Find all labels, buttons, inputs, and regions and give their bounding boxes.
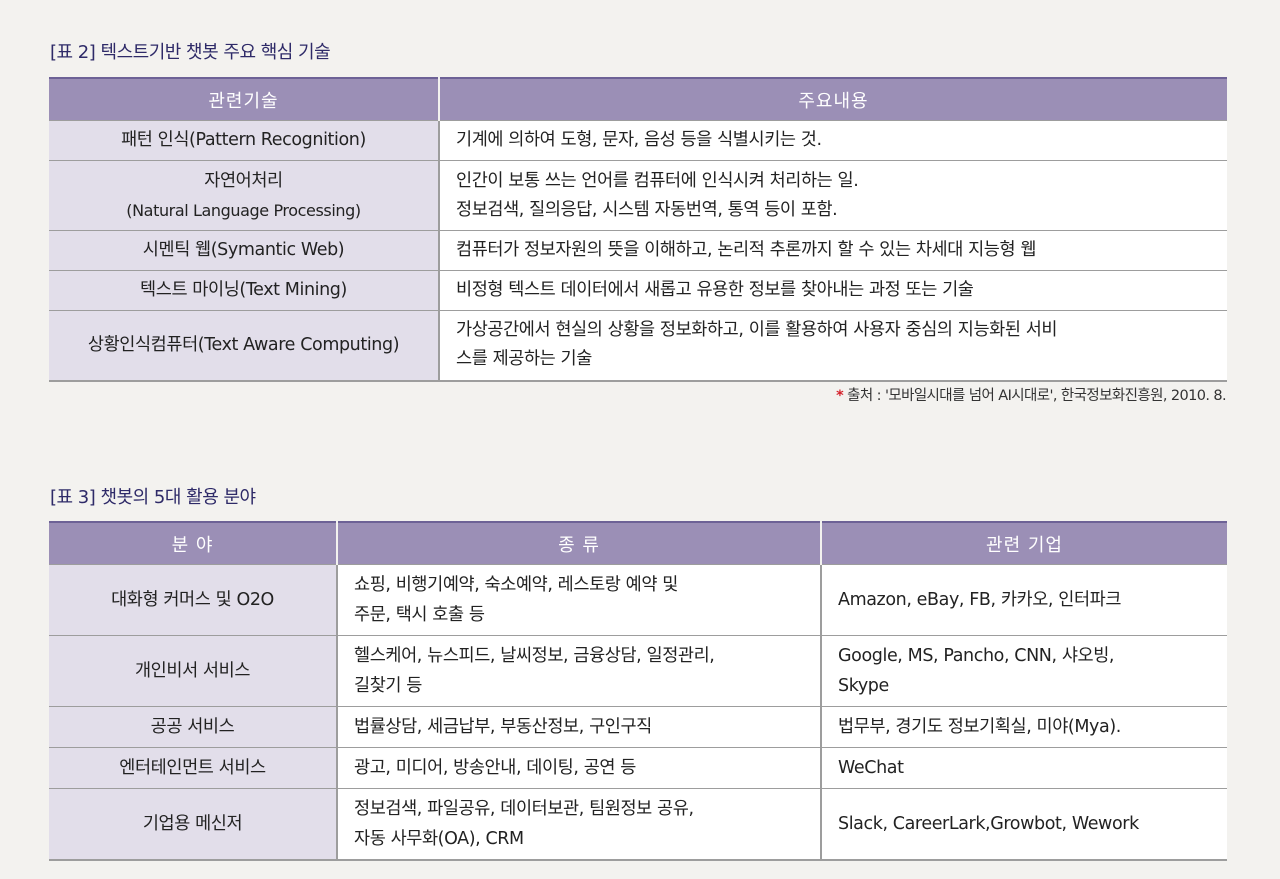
kinds-line: 쇼핑, 비행기예약, 숙소예약, 레스토랑 예약 및: [354, 575, 678, 595]
table3-companies-cell: WeChat: [820, 747, 1227, 789]
table3-header-companies: 관련 기업: [820, 522, 1227, 565]
table2-header-content: 주요내용: [438, 78, 1227, 121]
table-row: 엔터테인먼트 서비스 광고, 미디어, 방송안내, 데이팅, 공연 등 WeCh…: [49, 747, 1227, 789]
kinds-line: 광고, 미디어, 방송안내, 데이팅, 공연 등: [354, 758, 636, 778]
table3-field-cell: 공공 서비스: [49, 706, 337, 748]
table3-kinds-cell: 정보검색, 파일공유, 데이터보관, 팀원정보 공유, 자동 사무화(OA), …: [336, 788, 821, 861]
table2-caption: [표 2] 텍스트기반 챗봇 주요 핵심 기술: [50, 38, 331, 64]
content-line: 비정형 텍스트 데이터에서 새롭고 유용한 정보를 찾아내는 과정 또는 기술: [456, 280, 974, 300]
content-line: 기계에 의하여 도형, 문자, 음성 등을 식별시키는 것.: [456, 130, 822, 150]
kinds-line: 헬스케어, 뉴스피드, 날씨정보, 금융상담, 일정관리,: [354, 646, 715, 666]
table3-companies-cell: Amazon, eBay, FB, 카카오, 인터파크: [820, 564, 1227, 636]
table2-content-cell: 비정형 텍스트 데이터에서 새롭고 유용한 정보를 찾아내는 과정 또는 기술: [438, 270, 1227, 311]
table2-tech-cell: 시멘틱 웹(Symantic Web): [49, 230, 439, 271]
content-line: 스를 제공하는 기술: [456, 349, 592, 370]
table3-kinds-cell: 법률상담, 세금납부, 부동산정보, 구인구직: [336, 706, 821, 748]
table2-header-row: 관련기술 주요내용: [49, 78, 1227, 121]
table2: 관련기술 주요내용 패턴 인식(Pattern Recognition) 기계에…: [49, 77, 1227, 382]
companies-line: Slack, CareerLark,Growbot, Wework: [838, 814, 1139, 834]
content-line: 컴퓨터가 정보자원의 뜻을 이해하고, 논리적 추론까지 할 수 있는 차세대 …: [456, 240, 1037, 260]
table-row: 공공 서비스 법률상담, 세금납부, 부동산정보, 구인구직 법무부, 경기도 …: [49, 706, 1227, 748]
companies-line: Google, MS, Pancho, CNN, 샤오빙,: [838, 646, 1115, 666]
companies-line: Skype: [838, 676, 889, 696]
tech-label: 텍스트 마이닝(Text Mining): [140, 280, 347, 300]
table3: 분 야 종 류 관련 기업 대화형 커머스 및 O2O 쇼핑, 비행기예약, 숙…: [49, 521, 1227, 861]
companies-line: 법무부, 경기도 정보기획실, 미야(Mya).: [838, 717, 1121, 737]
table3-companies-cell: Slack, CareerLark,Growbot, Wework: [820, 788, 1227, 861]
table-row: 자연어처리 (Natural Language Processing) 인간이 …: [49, 160, 1227, 231]
table-row: 시멘틱 웹(Symantic Web) 컴퓨터가 정보자원의 뜻을 이해하고, …: [49, 230, 1227, 271]
source-star: *: [836, 388, 844, 404]
table2-content-cell: 기계에 의하여 도형, 문자, 음성 등을 식별시키는 것.: [438, 120, 1227, 161]
kinds-line: 길찾기 등: [354, 676, 422, 696]
table2-tech-cell: 패턴 인식(Pattern Recognition): [49, 120, 439, 161]
table2-header-tech: 관련기술: [49, 78, 439, 121]
content-line: 가상공간에서 현실의 상황을 정보화하고, 이를 활용하여 사용자 중심의 지능…: [456, 320, 1058, 341]
table2-caption-label: [표 2]: [50, 42, 96, 63]
table2-tech-cell: 자연어처리 (Natural Language Processing): [49, 160, 439, 231]
table2-tech-cell: 상황인식컴퓨터(Text Aware Computing): [49, 310, 439, 382]
table2-content-cell: 컴퓨터가 정보자원의 뜻을 이해하고, 논리적 추론까지 할 수 있는 차세대 …: [438, 230, 1227, 271]
tech-sublabel: (Natural Language Processing): [126, 200, 361, 220]
tech-label: 패턴 인식(Pattern Recognition): [121, 130, 366, 150]
table2-source: * 출처 : '모바일시대를 넘어 AI시대로', 한국정보화진흥원, 2010…: [836, 384, 1226, 405]
companies-line: Amazon, eBay, FB, 카카오, 인터파크: [838, 590, 1122, 610]
tech-label: 상황인식컴퓨터(Text Aware Computing): [87, 334, 400, 355]
content-line: 정보검색, 질의응답, 시스템 자동번역, 통역 등이 포함.: [456, 199, 838, 220]
table3-header-kinds: 종 류: [336, 522, 821, 565]
table3-caption-label: [표 3]: [50, 487, 96, 508]
table-row: 대화형 커머스 및 O2O 쇼핑, 비행기예약, 숙소예약, 레스토랑 예약 및…: [49, 564, 1227, 636]
table3-kinds-cell: 헬스케어, 뉴스피드, 날씨정보, 금융상담, 일정관리, 길찾기 등: [336, 635, 821, 707]
table-row: 개인비서 서비스 헬스케어, 뉴스피드, 날씨정보, 금융상담, 일정관리, 길…: [49, 635, 1227, 707]
table3-field-cell: 기업용 메신저: [49, 788, 337, 861]
table3-field-cell: 개인비서 서비스: [49, 635, 337, 707]
table3-header-field: 분 야: [49, 522, 337, 565]
tech-label: 시멘틱 웹(Symantic Web): [142, 240, 345, 260]
table3-companies-cell: Google, MS, Pancho, CNN, 샤오빙, Skype: [820, 635, 1227, 707]
table-row: 패턴 인식(Pattern Recognition) 기계에 의하여 도형, 문…: [49, 120, 1227, 161]
table-row: 기업용 메신저 정보검색, 파일공유, 데이터보관, 팀원정보 공유, 자동 사…: [49, 788, 1227, 861]
table2-content-cell: 인간이 보통 쓰는 언어를 컴퓨터에 인식시켜 처리하는 일. 정보검색, 질의…: [438, 160, 1227, 231]
table3-companies-cell: 법무부, 경기도 정보기획실, 미야(Mya).: [820, 706, 1227, 748]
content-line: 인간이 보통 쓰는 언어를 컴퓨터에 인식시켜 처리하는 일.: [456, 170, 859, 191]
source-text: 출처 : '모바일시대를 넘어 AI시대로', 한국정보화진흥원, 2010. …: [847, 388, 1226, 404]
table3-kinds-cell: 쇼핑, 비행기예약, 숙소예약, 레스토랑 예약 및 주문, 택시 호출 등: [336, 564, 821, 636]
companies-line: WeChat: [838, 758, 904, 778]
kinds-line: 자동 사무화(OA), CRM: [354, 829, 524, 849]
table-row: 상황인식컴퓨터(Text Aware Computing) 가상공간에서 현실의…: [49, 310, 1227, 382]
table3-kinds-cell: 광고, 미디어, 방송안내, 데이팅, 공연 등: [336, 747, 821, 789]
table3-header-row: 분 야 종 류 관련 기업: [49, 522, 1227, 565]
tech-label: 자연어처리: [204, 170, 283, 191]
table2-caption-title: 텍스트기반 챗봇 주요 핵심 기술: [100, 42, 331, 63]
table2-content-cell: 가상공간에서 현실의 상황을 정보화하고, 이를 활용하여 사용자 중심의 지능…: [438, 310, 1227, 382]
kinds-line: 주문, 택시 호출 등: [354, 605, 485, 625]
table3-field-cell: 엔터테인먼트 서비스: [49, 747, 337, 789]
table3-field-cell: 대화형 커머스 및 O2O: [49, 564, 337, 636]
table3-caption-title: 챗봇의 5대 활용 분야: [100, 487, 257, 508]
table3-caption: [표 3] 챗봇의 5대 활용 분야: [50, 483, 256, 509]
table-row: 텍스트 마이닝(Text Mining) 비정형 텍스트 데이터에서 새롭고 유…: [49, 270, 1227, 311]
kinds-line: 법률상담, 세금납부, 부동산정보, 구인구직: [354, 717, 652, 737]
kinds-line: 정보검색, 파일공유, 데이터보관, 팀원정보 공유,: [354, 799, 694, 819]
table2-tech-cell: 텍스트 마이닝(Text Mining): [49, 270, 439, 311]
